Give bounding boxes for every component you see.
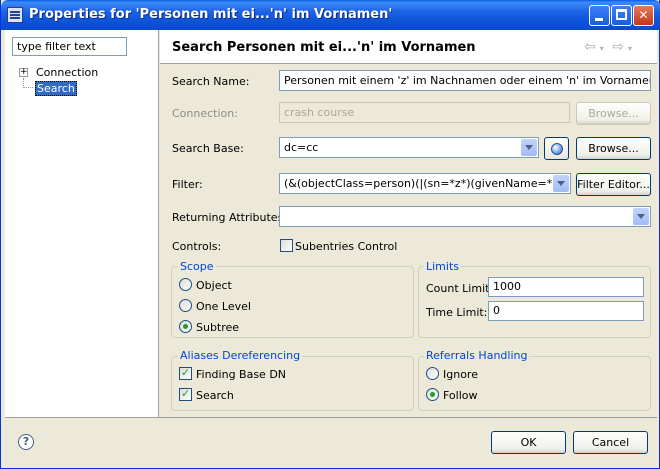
aliases-group-title: Aliases Dereferencing [178,349,303,362]
entry-icon [551,143,563,155]
filter-value: (&(objectClass=person)(|(sn=*z*)(givenNa… [284,177,571,190]
filter-combo[interactable]: (&(objectClass=person)(|(sn=*z*)(givenNa… [279,173,571,194]
navigation-pane: + Connection Search [5,30,159,417]
window-icon [7,7,23,23]
chevron-down-icon[interactable] [633,208,649,225]
properties-dialog: Properties for 'Personen mit ei...'n' im… [0,0,660,469]
scope-one-level-radio[interactable] [179,299,192,312]
history-nav: ⇦ ▾ ⇨ ▾ [584,39,636,55]
connection-browse-button: Browse... [576,102,651,125]
ok-button[interactable]: OK [491,431,566,454]
back-dropdown-icon[interactable]: ▾ [600,44,604,53]
scope-group-title: Scope [178,260,216,273]
referrals-group [418,356,651,411]
chevron-down-icon[interactable] [553,175,569,192]
page-title: Search Personen mit ei...'n' im Vornamen [172,40,476,55]
tree-item-search[interactable]: Search [35,81,77,96]
referrals-follow-radio[interactable] [426,388,439,401]
returning-attributes-label: Returning Attributes: [172,211,288,224]
referrals-follow-label: Follow [443,389,478,402]
back-arrow-icon[interactable]: ⇦ [584,39,596,55]
search-base-history-button[interactable] [544,137,569,160]
scope-subtree-radio[interactable] [179,320,192,333]
count-limit-label: Count Limit: [426,282,494,295]
search-base-label: Search Base: [172,142,244,155]
filter-label: Filter: [172,178,203,191]
tree-connector [23,87,33,88]
alias-search-label: Search [196,389,234,402]
filter-input[interactable] [12,37,127,56]
minimize-button[interactable] [589,5,610,26]
finding-base-dn-label: Finding Base DN [196,368,287,381]
cancel-button[interactable]: Cancel [573,431,648,454]
chevron-down-icon[interactable] [521,139,537,156]
subentries-label: Subentries Control [295,240,398,253]
title-bar[interactable]: Properties for 'Personen mit ei...'n' im… [1,0,660,30]
scope-subtree-label: Subtree [196,321,240,334]
page-header: Search Personen mit ei...'n' im Vornamen… [160,30,657,64]
referrals-group-title: Referrals Handling [424,349,530,362]
scope-object-radio[interactable] [179,278,192,291]
maximize-button[interactable] [611,5,632,26]
search-base-combo[interactable]: dc=cc [279,137,539,158]
tree-item-connection[interactable]: Connection [36,66,98,79]
limits-group-title: Limits [424,260,461,273]
search-form: Search Name: Personen mit einem 'z' im N… [160,64,657,417]
tree-expand-icon[interactable]: + [19,68,28,77]
forward-arrow-icon[interactable]: ⇨ [612,39,624,55]
forward-dropdown-icon[interactable]: ▾ [628,44,632,53]
alias-search-checkbox[interactable] [179,387,192,401]
subentries-checkbox[interactable] [280,239,293,252]
search-base-value: dc=cc [284,141,319,154]
search-base-browse-button[interactable]: Browse... [576,137,651,160]
time-limit-label: Time Limit: [426,306,488,319]
time-limit-field[interactable]: 0 [488,301,644,321]
count-limit-field[interactable]: 1000 [488,277,644,297]
search-name-label: Search Name: [172,75,250,88]
help-icon[interactable]: ? [18,434,34,450]
aliases-group [171,356,414,411]
close-button[interactable] [633,5,654,26]
controls-label: Controls: [172,240,222,253]
finding-base-dn-checkbox[interactable] [179,366,192,380]
window-title: Properties for 'Personen mit ei...'n' im… [29,7,393,22]
button-bar-separator [5,417,657,418]
referrals-ignore-label: Ignore [443,368,478,381]
scope-object-label: Object [196,279,232,292]
referrals-ignore-radio[interactable] [426,367,439,380]
search-name-field[interactable]: Personen mit einem 'z' im Nachnamen oder… [279,70,651,91]
returning-attributes-combo[interactable] [279,206,651,227]
connection-field: crash course [279,102,570,123]
filter-editor-button[interactable]: Filter Editor... [576,173,651,196]
connection-label: Connection: [172,107,238,120]
scope-one-level-label: One Level [196,300,251,313]
